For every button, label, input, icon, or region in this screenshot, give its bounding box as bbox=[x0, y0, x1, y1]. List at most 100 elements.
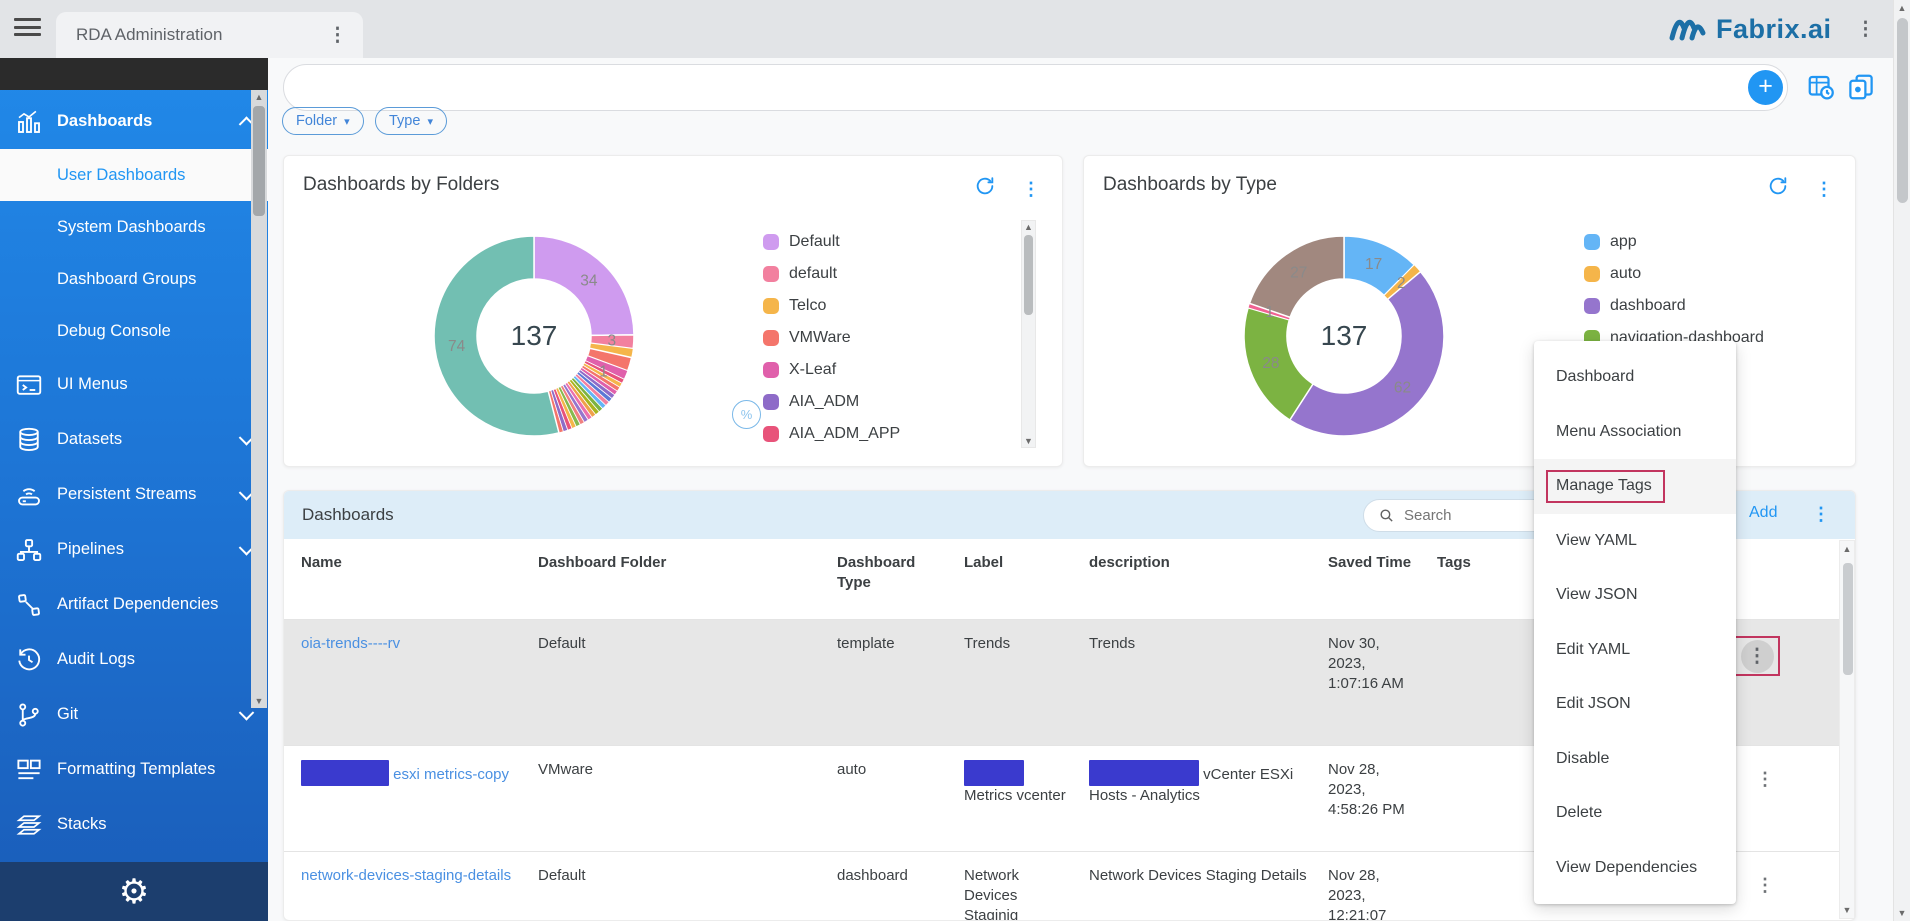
menu-item-edit-json[interactable]: Edit JSON bbox=[1534, 677, 1736, 732]
legend-item[interactable]: dashboard bbox=[1584, 290, 1764, 322]
scroll-up-icon[interactable]: ▲ bbox=[1894, 3, 1910, 13]
add-circle-button[interactable]: + bbox=[1748, 70, 1783, 105]
card-kebab-icon[interactable]: ⋮ bbox=[1022, 180, 1040, 198]
scroll-up-icon[interactable]: ▲ bbox=[1840, 544, 1854, 554]
row-kebab-icon[interactable]: ⋮ bbox=[1756, 770, 1774, 788]
col-header-name[interactable]: Name bbox=[301, 539, 538, 619]
percent-toggle-icon[interactable]: % bbox=[732, 400, 761, 429]
refresh-icon[interactable] bbox=[974, 175, 996, 202]
scroll-down-icon[interactable]: ▼ bbox=[251, 696, 267, 706]
card-title: Dashboards by Type bbox=[1103, 174, 1277, 196]
col-header-description[interactable]: description bbox=[1089, 539, 1328, 619]
legend-swatch bbox=[763, 266, 779, 282]
menu-item-view-json[interactable]: View JSON bbox=[1534, 568, 1736, 623]
scroll-down-icon[interactable]: ▼ bbox=[1894, 908, 1910, 918]
legend-scrollbar[interactable]: ▲ ▼ bbox=[1021, 220, 1036, 448]
sidebar-item-pipelines[interactable]: Pipelines bbox=[0, 522, 268, 577]
sidebar-item-audit-logs[interactable]: Audit Logs bbox=[0, 632, 268, 687]
col-header-type[interactable]: Dashboard Type bbox=[837, 539, 964, 619]
folders-donut-chart[interactable]: 343174137 bbox=[424, 226, 644, 446]
types-donut-chart[interactable]: 1726228127137 bbox=[1234, 226, 1454, 446]
dashboard-name-link[interactable]: esxi metrics-copy bbox=[301, 766, 509, 783]
legend-item[interactable]: app bbox=[1584, 226, 1764, 258]
legend-swatch bbox=[763, 330, 779, 346]
sidebar-item-git[interactable]: Git bbox=[0, 687, 268, 742]
svg-text:1: 1 bbox=[1265, 304, 1274, 321]
menu-item-menu-association[interactable]: Menu Association bbox=[1534, 405, 1736, 460]
sidebar-scrollbar[interactable]: ▲ ▼ bbox=[251, 90, 267, 708]
legend-item[interactable]: X-Leaf bbox=[763, 354, 900, 386]
svg-text:1: 1 bbox=[599, 363, 608, 380]
scrollbar-thumb[interactable] bbox=[1897, 18, 1908, 203]
topbar-kebab-icon[interactable]: ⋮ bbox=[1856, 20, 1875, 39]
menu-item-manage-tags[interactable]: Manage Tags bbox=[1534, 459, 1736, 514]
sidebar-item-stacks[interactable]: Stacks bbox=[0, 797, 268, 852]
filter-chip-type[interactable]: Type▾ bbox=[375, 107, 447, 135]
sidebar-item-debug-console[interactable]: Debug Console bbox=[0, 305, 268, 357]
menu-item-view-yaml[interactable]: View YAML bbox=[1534, 514, 1736, 569]
types-legend: app auto dashboard navigation-dashboard bbox=[1584, 226, 1764, 354]
menu-item-disable[interactable]: Disable bbox=[1534, 732, 1736, 787]
global-search-input[interactable] bbox=[283, 64, 1788, 111]
scroll-up-icon[interactable]: ▲ bbox=[1022, 222, 1035, 232]
menu-item-delete[interactable]: Delete bbox=[1534, 786, 1736, 841]
scroll-down-icon[interactable]: ▼ bbox=[1022, 436, 1035, 446]
sidebar-item-formatting-templates[interactable]: Formatting Templates bbox=[0, 742, 268, 797]
redacted-block bbox=[964, 760, 1024, 786]
legend-item[interactable]: Telco bbox=[763, 290, 900, 322]
legend-item[interactable]: Default bbox=[763, 226, 900, 258]
col-header-label[interactable]: Label bbox=[964, 539, 1089, 619]
bar-chart-icon bbox=[14, 107, 44, 137]
dashboard-name-link[interactable]: network-devices-staging-details bbox=[301, 867, 511, 884]
menu-item-edit-yaml[interactable]: Edit YAML bbox=[1534, 623, 1736, 678]
col-header-folder[interactable]: Dashboard Folder bbox=[538, 539, 837, 619]
annotation-box: ⋮ bbox=[1734, 636, 1780, 676]
dashboard-name-link[interactable]: oia-trends----rv bbox=[301, 635, 400, 652]
row-kebab-icon[interactable]: ⋮ bbox=[1748, 647, 1767, 666]
sidebar-top-strip bbox=[0, 58, 268, 90]
legend-item[interactable]: AIA_ADM_APP bbox=[763, 418, 900, 450]
layout-blocks-icon bbox=[14, 755, 44, 785]
refresh-icon[interactable] bbox=[1767, 175, 1789, 202]
svg-text:2: 2 bbox=[1397, 275, 1406, 292]
legend-item[interactable]: AIA_ADM bbox=[763, 386, 900, 418]
scroll-down-icon[interactable]: ▼ bbox=[1840, 905, 1854, 915]
hamburger-menu-icon[interactable] bbox=[14, 18, 41, 38]
table-kebab-icon[interactable]: ⋮ bbox=[1812, 505, 1830, 523]
report-schedule-icon[interactable] bbox=[1806, 72, 1836, 107]
legend-swatch bbox=[1584, 266, 1600, 282]
settings-gear-icon[interactable]: ⚙ bbox=[119, 875, 149, 909]
col-header-saved-time[interactable]: Saved Time bbox=[1328, 539, 1437, 619]
fabrix-wave-icon bbox=[1668, 14, 1708, 44]
legend-item[interactable]: VMWare bbox=[763, 322, 900, 354]
scrollbar-thumb[interactable] bbox=[1843, 563, 1853, 675]
sidebar-item-user-dashboards[interactable]: User Dashboards bbox=[0, 149, 268, 201]
sidebar-item-persistent-streams[interactable]: Persistent Streams bbox=[0, 467, 268, 522]
scroll-up-icon[interactable]: ▲ bbox=[251, 92, 267, 102]
scrollbar-thumb[interactable] bbox=[253, 106, 265, 216]
table-scrollbar[interactable]: ▲ ▼ bbox=[1839, 540, 1855, 919]
filter-chip-folder[interactable]: Folder▾ bbox=[282, 107, 364, 135]
row-actions-active[interactable]: ⋮ bbox=[1741, 640, 1774, 673]
scrollbar-thumb[interactable] bbox=[1024, 235, 1033, 315]
sidebar-item-artifact-dependencies[interactable]: Artifact Dependencies bbox=[0, 577, 268, 632]
sidebar-item-system-dashboards[interactable]: System Dashboards bbox=[0, 201, 268, 253]
sidebar-item-datasets[interactable]: Datasets bbox=[0, 412, 268, 467]
sidebar-item-dashboard-groups[interactable]: Dashboard Groups bbox=[0, 253, 268, 305]
terminal-window-icon bbox=[14, 370, 44, 400]
legend-item[interactable]: default bbox=[763, 258, 900, 290]
sidebar-item-dashboards[interactable]: Dashboards bbox=[0, 94, 268, 149]
legend-swatch bbox=[1584, 298, 1600, 314]
sidebar-item-ui-menus[interactable]: UI Menus bbox=[0, 357, 268, 412]
window-scrollbar[interactable]: ▲ ▼ bbox=[1893, 0, 1910, 921]
tab-kebab-icon[interactable]: ⋮ bbox=[328, 26, 347, 45]
browser-tab[interactable]: RDA Administration ⋮ bbox=[56, 12, 363, 58]
add-dashboard-button[interactable]: Add bbox=[1749, 504, 1777, 522]
card-kebab-icon[interactable]: ⋮ bbox=[1815, 180, 1833, 198]
menu-item-view-dependencies[interactable]: View Dependencies bbox=[1534, 841, 1736, 896]
legend-item[interactable]: auto bbox=[1584, 258, 1764, 290]
menu-item-dashboard[interactable]: Dashboard bbox=[1534, 350, 1736, 405]
brand-name: Fabrix.ai bbox=[1716, 14, 1832, 45]
copy-pages-icon[interactable] bbox=[1846, 72, 1876, 107]
row-kebab-icon[interactable]: ⋮ bbox=[1756, 876, 1774, 894]
